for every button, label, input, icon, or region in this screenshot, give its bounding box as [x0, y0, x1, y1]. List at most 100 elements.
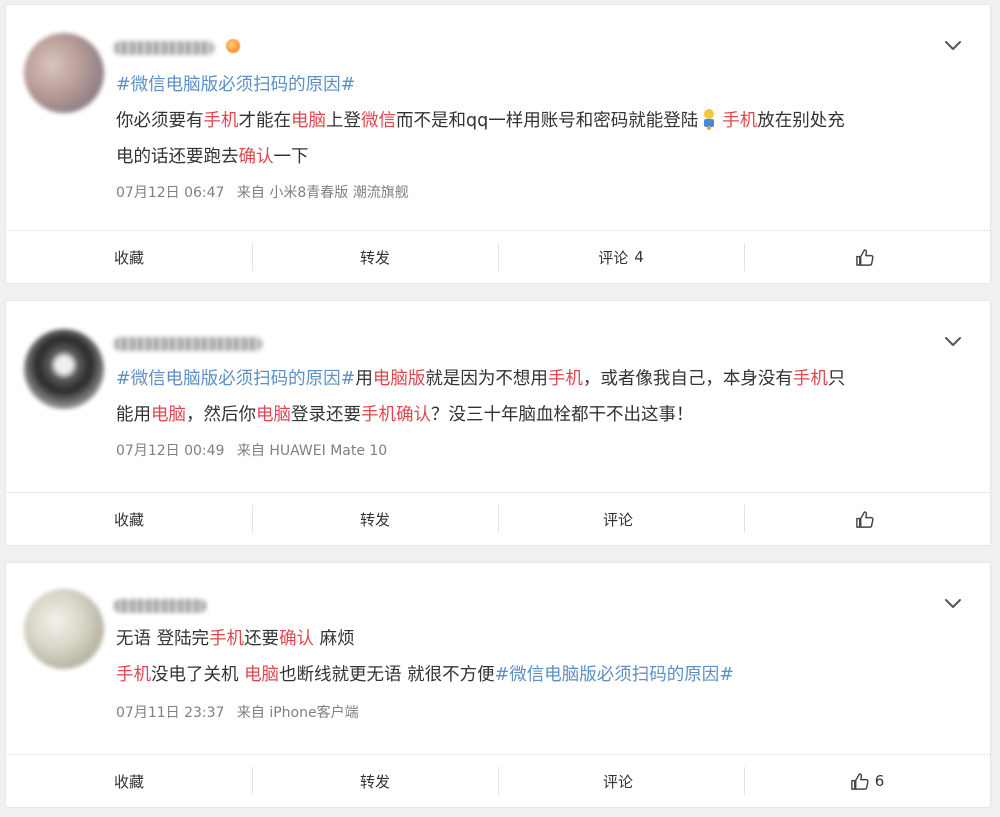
avatar[interactable]	[24, 589, 104, 669]
post-content: #微信电脑版必须扫码的原因# 你必须要有手机才能在电脑上登微信而不是和qq一样用账…	[116, 67, 970, 175]
repost-button[interactable]: 转发	[252, 493, 498, 545]
post-source: 来自 小米8青春版 潮流旗舰	[236, 185, 409, 201]
comment-button[interactable]: 评论	[498, 755, 744, 807]
username[interactable]	[114, 337, 262, 351]
comment-label: 评论	[602, 510, 633, 529]
favorite-label: 收藏	[113, 248, 144, 267]
favorite-label: 收藏	[113, 510, 144, 529]
post-meta: 07月12日 00:49 来自 HUAWEI Mate 10	[116, 440, 387, 460]
keyword-highlight: 手机	[209, 629, 245, 649]
content-line: #微信电脑版必须扫码的原因#	[116, 67, 970, 103]
post-source: 来自 HUAWEI Mate 10	[236, 443, 388, 459]
post-date[interactable]: 07月12日 00:49	[116, 443, 224, 459]
content-text: 还要	[244, 629, 280, 649]
action-bar: 收藏 转发 评论 4	[6, 230, 990, 283]
content-text: ，然后你	[186, 405, 256, 425]
keyword-highlight: 确认	[279, 629, 315, 649]
comment-label: 评论	[602, 772, 633, 791]
keyword-highlight: 手机确认	[361, 405, 431, 425]
thumbs-up-icon	[855, 248, 874, 266]
repost-button[interactable]: 转发	[252, 755, 498, 807]
keyword-highlight: 电脑	[291, 111, 326, 131]
content-line: 电的话还要跑去确认一下	[116, 139, 970, 175]
content-text: 也断线就更无语 就很不方便	[279, 665, 495, 685]
content-text: ，或者像我自己，本身没有	[582, 369, 793, 389]
content-text: 放在别处充	[757, 111, 845, 131]
post-content: #微信电脑版必须扫码的原因#用电脑版就是因为不想用手机，或者像我自己，本身没有手…	[116, 361, 970, 433]
content-text: ？没三十年脑血栓都干不出这事！	[431, 405, 694, 425]
favorite-button[interactable]: 收藏	[6, 493, 252, 545]
repost-label: 转发	[359, 772, 390, 791]
post-content: 无语 登陆完手机还要确认 麻烦 手机没电了关机 电脑也断线就更无语 就很不方便#微…	[116, 621, 970, 693]
content-text: 无语 登陆完	[116, 629, 210, 649]
content-text: 一下	[273, 147, 309, 167]
content-line: 手机没电了关机 电脑也断线就更无语 就很不方便#微信电脑版必须扫码的原因#	[116, 657, 970, 693]
avatar[interactable]	[24, 33, 104, 113]
post-card: #微信电脑版必须扫码的原因#用电脑版就是因为不想用手机，或者像我自己，本身没有手…	[5, 300, 991, 546]
keyword-highlight: 手机	[116, 665, 151, 685]
chevron-down-icon[interactable]	[942, 35, 964, 57]
post-card: #微信电脑版必须扫码的原因# 你必须要有手机才能在电脑上登微信而不是和qq一样用账…	[5, 4, 991, 284]
content-line: 能用电脑，然后你电脑登录还要手机确认？没三十年脑血栓都干不出这事！	[116, 397, 970, 433]
keyword-highlight: 确认	[238, 147, 274, 167]
like-button[interactable]	[744, 231, 990, 283]
action-bar: 收藏 转发 评论	[6, 492, 990, 545]
comment-button[interactable]: 评论	[498, 493, 744, 545]
post-card: 无语 登陆完手机还要确认 麻烦 手机没电了关机 电脑也断线就更无语 就很不方便#微…	[5, 562, 991, 808]
repost-button[interactable]: 转发	[252, 231, 498, 283]
post-date[interactable]: 07月11日 23:37	[116, 705, 224, 721]
keyword-highlight: 电脑	[244, 665, 280, 685]
content-text: 而不是和qq一样用账号和密码就能登陆	[396, 111, 699, 131]
keyword-highlight: 电脑	[256, 405, 291, 425]
like-button[interactable]: 6	[744, 755, 990, 807]
content-text: 才能在	[238, 111, 292, 131]
like-count: 6	[874, 772, 885, 790]
content-line: 无语 登陆完手机还要确认 麻烦	[116, 621, 970, 657]
repost-label: 转发	[359, 248, 390, 267]
comment-label: 评论	[598, 248, 629, 267]
comment-count: 4	[634, 248, 644, 266]
keyword-highlight: 手机	[722, 111, 758, 131]
thumbs-up-icon	[855, 510, 874, 528]
post-meta: 07月11日 23:37 来自 iPhone客户端	[116, 702, 359, 722]
comment-button[interactable]: 评论 4	[498, 231, 744, 283]
like-button[interactable]	[744, 493, 990, 545]
post-meta: 07月12日 06:47 来自 小米8青春版 潮流旗舰	[116, 182, 409, 202]
keyword-highlight: 手机	[792, 369, 828, 389]
content-text: 没电了关机	[151, 665, 245, 685]
vip-badge-icon	[226, 39, 240, 53]
topic-link[interactable]: #微信电脑版必须扫码的原因#	[116, 75, 355, 95]
username[interactable]	[114, 599, 206, 613]
thumbs-up-icon	[850, 772, 869, 790]
keyword-highlight: 手机	[547, 369, 583, 389]
post-source: 来自 iPhone客户端	[236, 705, 359, 721]
keyword-highlight: 电脑	[151, 405, 186, 425]
avatar[interactable]	[24, 329, 104, 409]
keyword-highlight: 微信	[361, 111, 396, 131]
content-line: 你必须要有手机才能在电脑上登微信而不是和qq一样用账号和密码就能登陆 手机放在别处…	[116, 103, 970, 139]
content-text: 麻烦	[314, 629, 355, 649]
keyword-highlight: 手机	[203, 111, 239, 131]
favorite-button[interactable]: 收藏	[6, 231, 252, 283]
favorite-button[interactable]: 收藏	[6, 755, 252, 807]
topic-link[interactable]: #微信电脑版必须扫码的原因#	[116, 369, 355, 389]
content-text: 你必须要有	[116, 111, 204, 131]
chevron-down-icon[interactable]	[942, 331, 964, 353]
content-text: 登录还要	[291, 405, 361, 425]
content-text: 上登	[326, 111, 361, 131]
content-text: 能用	[116, 405, 151, 425]
content-text: 只	[827, 369, 846, 389]
repost-label: 转发	[359, 510, 390, 529]
content-text: 就是因为不想用	[425, 369, 548, 389]
favorite-label: 收藏	[113, 772, 144, 791]
emoji-icon	[704, 109, 715, 130]
content-text: 电的话还要跑去	[116, 147, 239, 167]
action-bar: 收藏 转发 评论 6	[6, 754, 990, 807]
content-line: #微信电脑版必须扫码的原因#用电脑版就是因为不想用手机，或者像我自己，本身没有手…	[116, 361, 970, 397]
username[interactable]	[114, 41, 214, 55]
keyword-highlight: 电脑版	[372, 369, 426, 389]
content-text: 用	[355, 369, 373, 389]
chevron-down-icon[interactable]	[942, 593, 964, 615]
post-date[interactable]: 07月12日 06:47	[116, 185, 224, 201]
topic-link[interactable]: #微信电脑版必须扫码的原因#	[495, 665, 734, 685]
